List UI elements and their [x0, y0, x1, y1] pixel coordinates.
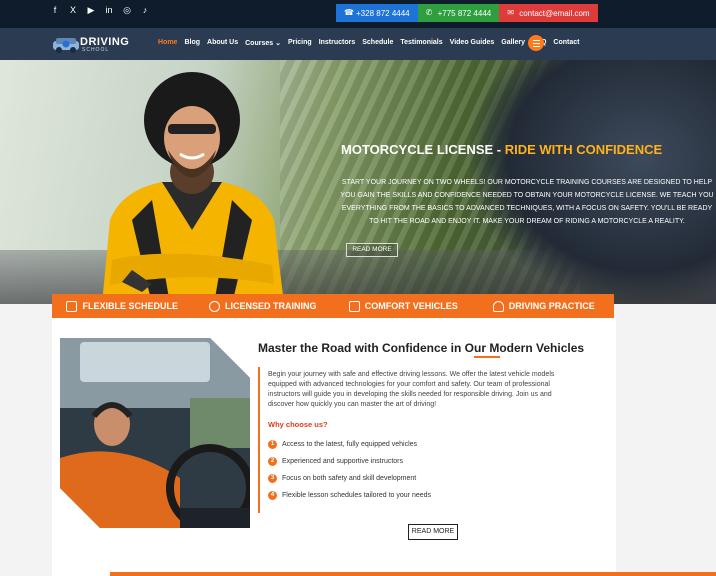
list-item: 1 Access to the latest, fully equipped ve…: [268, 436, 431, 453]
hero-read-more-button[interactable]: READ MORE: [346, 243, 398, 257]
x-icon[interactable]: X: [68, 5, 78, 15]
nav-about-us[interactable]: About Us: [207, 39, 238, 47]
nav-schedule[interactable]: Schedule: [362, 39, 393, 47]
hero-title-main: MOTORCYCLE LICENSE -: [341, 142, 505, 157]
feature-comfort-vehicles: COMFORT VEHICLES: [333, 294, 474, 318]
social-links: f X ▶ in ◎ ♪: [50, 5, 150, 15]
hero-description: Start your journey on two wheels! Our mo…: [340, 179, 714, 225]
nav-gallery[interactable]: Gallery: [501, 39, 525, 47]
number-badge-icon: 4: [268, 491, 277, 500]
instagram-icon[interactable]: ◎: [122, 5, 132, 15]
features-bar: FLEXIBLE SCHEDULE LICENSED TRAINING COMF…: [52, 294, 614, 318]
read-more-button[interactable]: READ MORE: [408, 524, 458, 540]
feature-label: COMFORT VEHICLES: [364, 301, 458, 311]
main-navigation: DRIVING SCHOOL Home Blog About Us Course…: [0, 28, 716, 60]
nav-home[interactable]: Home: [158, 39, 177, 47]
list-item-label: Focus on both safety and skill developme…: [282, 475, 417, 482]
logo-mark-icon: [53, 38, 79, 53]
phone-2-label: +775 872 4444: [437, 8, 492, 18]
number-badge-icon: 3: [268, 474, 277, 483]
motorcyclist-image: [102, 72, 284, 304]
feature-licensed-training: LICENSED TRAINING: [193, 294, 334, 318]
phone-button-2[interactable]: ✆ +775 872 4444: [417, 4, 500, 22]
benefits-list: 1 Access to the latest, fully equipped ve…: [268, 436, 431, 504]
whatsapp-icon: ✆: [425, 8, 433, 17]
list-item: 4 Flexible lesson schedules tailored to y…: [268, 487, 431, 504]
number-badge-icon: 2: [268, 457, 277, 466]
hamburger-menu-button[interactable]: [528, 35, 544, 51]
intro-paragraph: Begin your journey with safe and effecti…: [268, 371, 555, 408]
nav-blog[interactable]: Blog: [184, 39, 200, 47]
tiktok-icon[interactable]: ♪: [140, 5, 150, 15]
email-label: contact@email.com: [519, 8, 590, 18]
nav-pricing[interactable]: Pricing: [288, 39, 312, 47]
list-item-label: Experienced and supportive instructors: [282, 458, 404, 465]
site-logo[interactable]: DRIVING SCHOOL: [52, 34, 142, 56]
hero-title: MOTORCYCLE LICENSE - RIDE WITH CONFIDENC…: [341, 142, 662, 157]
nav-testimonials[interactable]: Testimonials: [400, 39, 442, 47]
feature-flexible-schedule: FLEXIBLE SCHEDULE: [52, 294, 193, 318]
mail-icon: ✉: [507, 8, 514, 17]
list-item: 3 Focus on both safety and skill developm…: [268, 470, 431, 487]
title-underline: [474, 356, 500, 358]
bottom-accent-line: [110, 572, 716, 576]
list-item-label: Access to the latest, fully equipped veh…: [282, 441, 418, 448]
menu-bar-icon: [532, 45, 540, 47]
menu-bar-icon: [532, 39, 540, 41]
nav-courses[interactable]: Courses ⌄: [245, 39, 281, 47]
calendar-icon: [66, 300, 78, 312]
feature-driving-practice: DRIVING PRACTICE: [474, 294, 615, 318]
youtube-icon[interactable]: ▶: [86, 5, 96, 15]
phone-button-1[interactable]: ☎ +328 872 4444: [336, 4, 418, 22]
phone-icon: ☎: [344, 8, 354, 17]
top-bar: f X ▶ in ◎ ♪ ☎ +328 872 4444 ✆ +775 872 …: [0, 0, 716, 28]
nav-instructors[interactable]: Instructors: [319, 39, 356, 47]
car-icon: [348, 300, 360, 312]
number-badge-icon: 1: [268, 440, 277, 449]
menu-bar-icon: [532, 42, 540, 44]
list-item: 2 Experienced and supportive instructors: [268, 453, 431, 470]
list-item-label: Flexible lesson schedules tailored to yo…: [282, 492, 432, 499]
feature-label: LICENSED TRAINING: [224, 301, 317, 311]
logo-subtext: SCHOOL: [82, 47, 110, 53]
nav-contact[interactable]: Contact: [553, 39, 579, 47]
why-choose-heading: Why choose us?: [268, 420, 328, 429]
certificate-icon: [208, 300, 220, 312]
phone-1-label: +328 872 4444: [356, 8, 410, 18]
accent-divider: [258, 367, 260, 513]
facebook-icon[interactable]: f: [50, 5, 60, 15]
hero-title-accent: RIDE WITH CONFIDENCE: [504, 142, 663, 157]
contact-buttons: ☎ +328 872 4444 ✆ +775 872 4444 ✉ contac…: [336, 4, 598, 22]
feature-label: DRIVING PRACTICE: [508, 301, 595, 311]
email-button[interactable]: ✉ contact@email.com: [499, 4, 598, 22]
feature-label: FLEXIBLE SCHEDULE: [82, 301, 178, 311]
nav-menu: Home Blog About Us Courses ⌄ Pricing Ins…: [158, 39, 579, 47]
nav-video-guides[interactable]: Video Guides: [450, 39, 495, 47]
car-interior-image: [60, 338, 250, 528]
linkedin-icon[interactable]: in: [104, 5, 114, 15]
section-title: Master the Road with Confidence in Our M…: [258, 341, 585, 355]
driver-icon: [492, 300, 504, 312]
